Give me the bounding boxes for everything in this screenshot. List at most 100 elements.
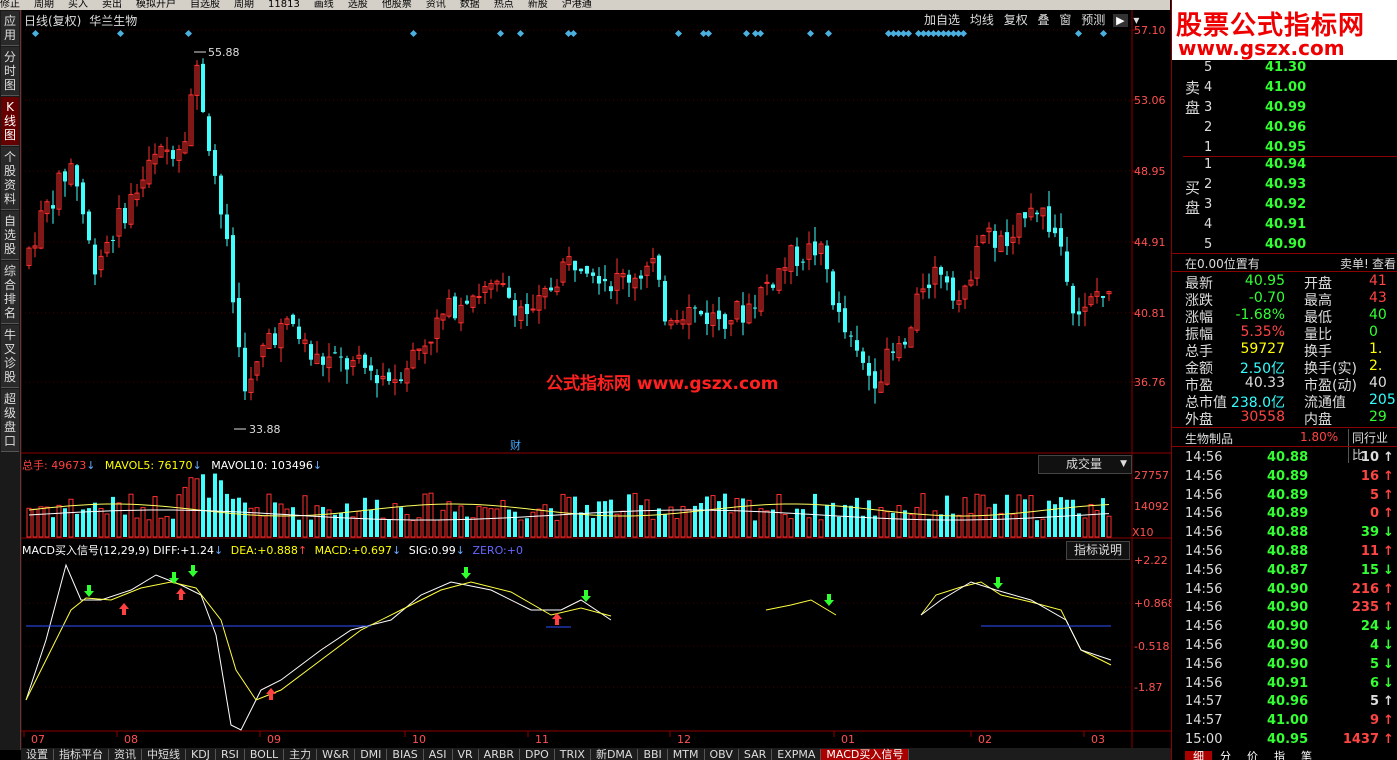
sidebar-item[interactable]: 应用	[1, 11, 19, 46]
chevron-down-icon[interactable]: ▾	[1131, 13, 1141, 27]
detail-tab[interactable]: 细	[1185, 751, 1212, 760]
chart-period: 日线(复权)	[24, 14, 82, 28]
indicator-tab[interactable]: TRIX	[555, 749, 591, 760]
window-button[interactable]: 窗	[1057, 11, 1073, 28]
quote-row: 市盈 40.33 市盈(动) 40	[1185, 375, 1397, 394]
tick-volume: 10	[1360, 450, 1379, 465]
play-arrow-icon[interactable]: ▶	[1113, 14, 1128, 27]
indicator-tab[interactable]: EXPMA	[772, 749, 822, 760]
arrow-up-icon: ↑	[1383, 506, 1394, 522]
top-menu-item[interactable]: 修正	[0, 0, 20, 10]
top-menu-item[interactable]: 选股	[348, 0, 368, 10]
sidebar-item[interactable]: 超级盘口	[1, 389, 19, 452]
candle-body	[591, 272, 595, 276]
indicator-tab[interactable]: ASI	[424, 749, 453, 760]
indicator-tab[interactable]: BBI	[638, 749, 668, 760]
candle-body	[753, 307, 757, 309]
sidebar-item[interactable]: 分时图	[1, 47, 19, 96]
indicator-tab[interactable]: 设置	[21, 749, 54, 760]
add-watchlist-button[interactable]: 加自选	[922, 11, 962, 28]
indicator-tab[interactable]: DPO	[520, 749, 555, 760]
volume-bar	[536, 508, 542, 538]
top-menu-item[interactable]: 11813	[268, 0, 300, 10]
zero-value: +0	[506, 544, 523, 557]
tick-row: 14:56 40.90 4 ↓	[1185, 638, 1397, 657]
volume-axis-label: 27757	[1134, 469, 1169, 482]
sell-one-link[interactable]: 卖单!	[1340, 255, 1369, 272]
volume-bar	[254, 507, 260, 538]
volume-bar	[1106, 515, 1112, 538]
sidebar-item[interactable]: K线图	[1, 97, 19, 146]
top-menu-item[interactable]: 买入	[68, 0, 88, 10]
volume-bar	[188, 477, 194, 538]
indicator-tab[interactable]: MACD买入信号	[821, 749, 910, 760]
top-menu-item[interactable]: 资讯	[426, 0, 446, 10]
divider	[1171, 446, 1397, 447]
top-menu-item[interactable]: 自选股	[190, 0, 220, 10]
signal-arrow-down-icon	[84, 585, 94, 597]
indicator-tab[interactable]: RSI	[216, 749, 245, 760]
top-menu-item[interactable]: 他股票	[382, 0, 412, 10]
indicator-tab[interactable]: DMI	[355, 749, 388, 760]
indicator-tab[interactable]: VR	[453, 749, 479, 760]
candle-body	[693, 307, 697, 309]
quote-value: 1.	[1369, 341, 1383, 357]
indicator-tab[interactable]: BOLL	[245, 749, 285, 760]
candle-body	[513, 300, 517, 316]
candle-body	[273, 333, 277, 346]
volume-indicator-select[interactable]: 成交量 ▼	[1038, 455, 1132, 474]
top-menu-item[interactable]: 卖出	[102, 0, 122, 10]
indicator-tab[interactable]: OBV	[705, 749, 739, 760]
indicator-tab[interactable]: 主力	[284, 749, 318, 760]
arrow-up-icon: ↑	[1383, 600, 1394, 616]
indicator-tab[interactable]: 新DMA	[591, 749, 639, 760]
candle-body	[741, 305, 745, 323]
detail-tab[interactable]: 笔	[1293, 751, 1320, 760]
macd-label: MACD:	[314, 544, 352, 557]
volume-bar	[674, 518, 680, 538]
ma-button[interactable]: 均线	[968, 11, 996, 28]
indicator-tab[interactable]: 指标平台	[54, 749, 109, 760]
top-menu-item[interactable]: 沪港通	[562, 0, 592, 10]
detail-tab[interactable]: 分	[1212, 751, 1239, 760]
adjust-button[interactable]: 复权	[1002, 11, 1030, 28]
indicator-explain-button[interactable]: 指标说明	[1066, 541, 1130, 560]
overlay-button[interactable]: 叠	[1036, 11, 1052, 28]
top-menu-item[interactable]: 周期	[234, 0, 254, 10]
top-menu-item[interactable]: 热点	[494, 0, 514, 10]
indicator-tab[interactable]: W&R	[317, 749, 356, 760]
indicator-tab[interactable]: 中短线	[142, 749, 186, 760]
volume-bar	[363, 497, 367, 537]
macd-axis-label: +0.868	[1134, 597, 1171, 610]
indicator-tab[interactable]: ARBR	[479, 749, 521, 760]
indicator-tab[interactable]: KDJ	[186, 749, 216, 760]
kline-chart-canvas[interactable]: 57.1053.0648.9544.9140.8136.762775714092…	[21, 10, 1171, 750]
sidebar-item[interactable]: 综合排名	[1, 261, 19, 324]
detail-tab[interactable]: 价	[1239, 751, 1266, 760]
sidebar-item[interactable]: 个股资料	[1, 147, 19, 210]
top-menu-item[interactable]: 新股	[528, 0, 548, 10]
candle-body	[507, 287, 511, 298]
indicator-tab[interactable]: SAR	[739, 749, 773, 760]
volume-bar	[867, 500, 871, 537]
indicator-tab[interactable]: BIAS	[387, 749, 424, 760]
candle-body	[525, 304, 529, 315]
top-menu-item[interactable]: 数据	[460, 0, 480, 10]
indicator-tab[interactable]: MTM	[668, 749, 705, 760]
top-menu-item[interactable]: 周期	[34, 0, 54, 10]
forecast-button[interactable]: 预测	[1079, 11, 1107, 28]
sidebar-item[interactable]: 自选股	[1, 211, 19, 260]
indicator-tab[interactable]: 资讯	[109, 749, 142, 760]
volume-bar	[453, 511, 457, 537]
view-link[interactable]: 查看	[1372, 255, 1396, 272]
mavol5-label: MAVOL5	[104, 459, 151, 472]
top-menu-item[interactable]: 模拟开户	[136, 0, 176, 10]
volume-bar	[339, 512, 343, 537]
volume-bar	[356, 510, 362, 538]
top-menu-item[interactable]: 画线	[314, 0, 334, 10]
tick-volume: 5	[1369, 487, 1379, 503]
sidebar-item[interactable]: 牛叉诊股	[1, 325, 19, 388]
dea-value: +0.888	[257, 544, 298, 557]
tick-price: 40.90	[1267, 638, 1309, 653]
detail-tab[interactable]: 指	[1266, 751, 1293, 760]
